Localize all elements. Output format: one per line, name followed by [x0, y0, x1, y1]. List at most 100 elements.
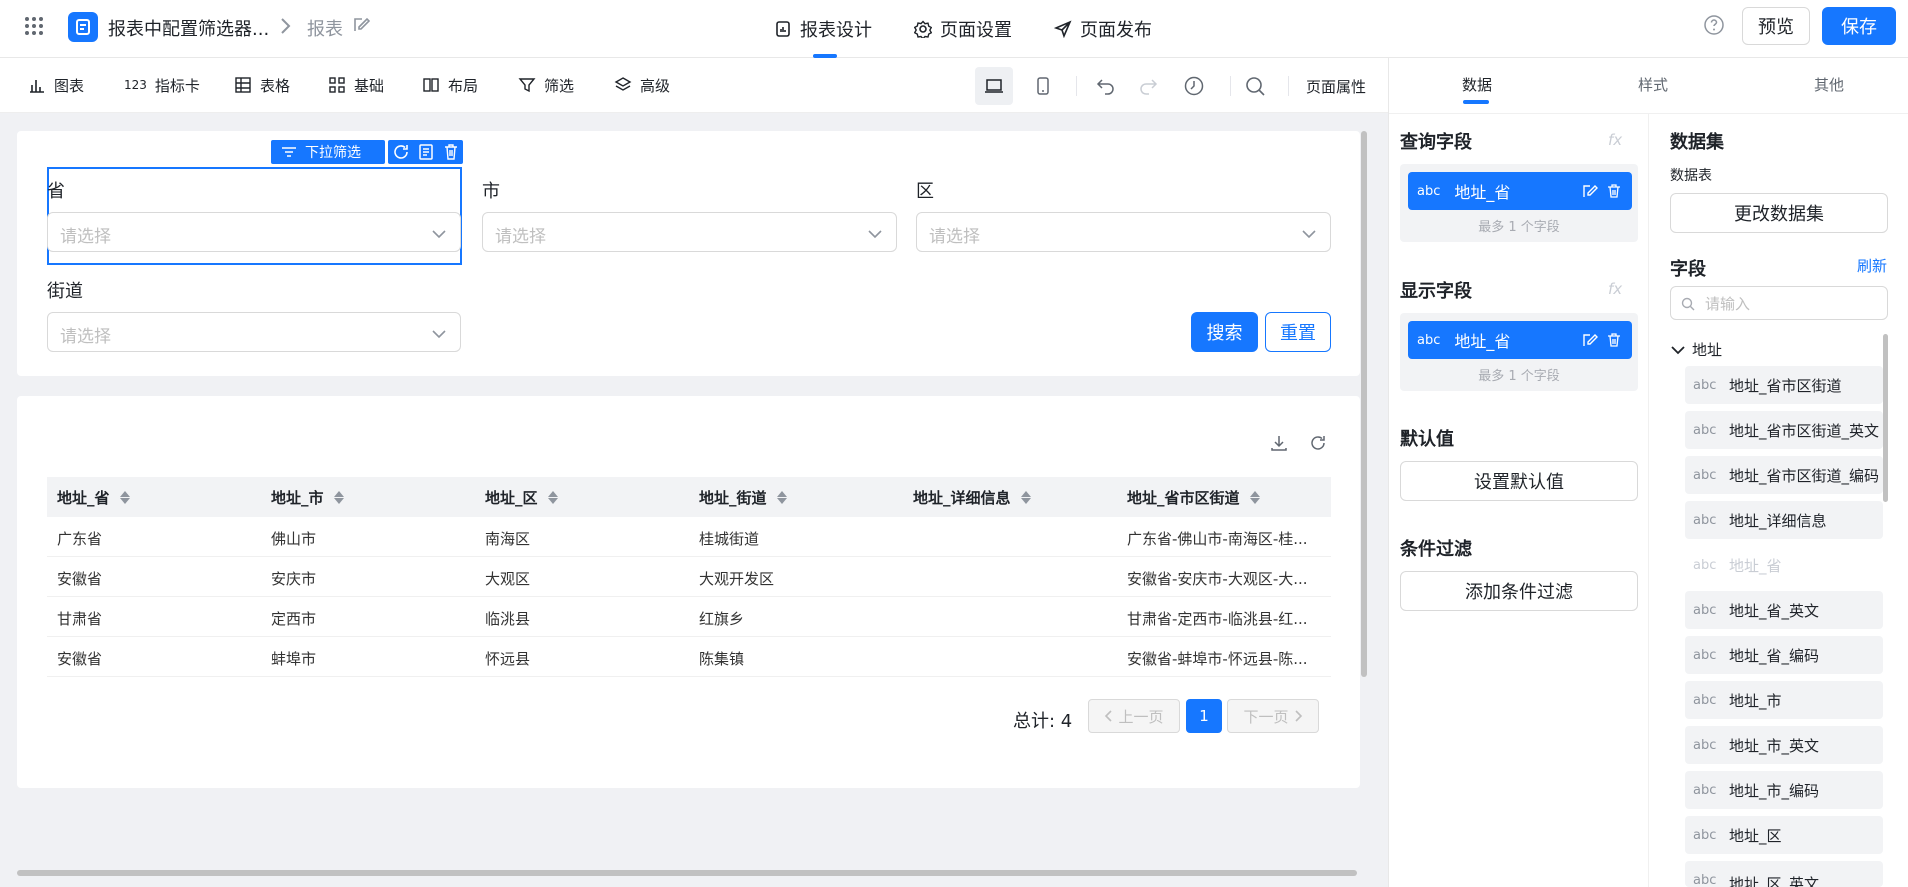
sort-icon[interactable]	[333, 490, 344, 504]
field-item-name: 地址_市_英文	[1729, 736, 1820, 755]
doc-title[interactable]: 报表中配置筛选器...	[108, 15, 269, 41]
download-icon[interactable]	[1270, 434, 1288, 452]
field-item[interactable]: abc 地址_市_英文	[1685, 726, 1883, 764]
sort-icon[interactable]	[1249, 490, 1260, 504]
filter-lines-icon	[282, 147, 296, 157]
selected-filter-tag[interactable]: 下拉筛选	[271, 140, 385, 164]
reset-button[interactable]: 重置	[1265, 312, 1331, 352]
change-dataset-button[interactable]: 更改数据集	[1670, 193, 1888, 233]
toolbar-table-label: 表格	[260, 76, 291, 95]
query-field-dropzone[interactable]: abc 地址_省 最多 1 个字段	[1400, 164, 1638, 242]
abc-type-icon: abc	[1693, 647, 1717, 663]
field-item[interactable]: abc 地址_省市区街道_编码	[1685, 456, 1883, 494]
sort-icon[interactable]	[1020, 490, 1031, 504]
redo-icon[interactable]	[1129, 67, 1167, 105]
canvas-horizontal-scrollbar[interactable]	[17, 870, 1357, 876]
fx-icon[interactable]: fx	[1608, 131, 1622, 149]
select-district[interactable]: 请选择	[916, 212, 1331, 252]
field-item[interactable]: abc 地址_区_英文	[1685, 861, 1883, 887]
edit-icon[interactable]	[1582, 183, 1598, 199]
toolbar-advanced-label: 高级	[640, 76, 671, 95]
select-district-placeholder: 请选择	[929, 227, 980, 247]
field-item[interactable]: abc 地址_省市区街道_英文	[1685, 411, 1883, 449]
copy-icon[interactable]	[417, 143, 435, 161]
table-row[interactable]: 安徽省 安庆市 大观区 大观开发区 安徽省-安庆市-大观区-大...	[47, 557, 1331, 597]
select-city[interactable]: 请选择	[482, 212, 897, 252]
save-button[interactable]: 保存	[1822, 7, 1896, 45]
toolbar-table[interactable]: 表格	[234, 74, 290, 96]
sort-icon[interactable]	[776, 490, 787, 504]
tab-report-design[interactable]: 报表设计	[774, 14, 872, 44]
sort-icon[interactable]	[119, 490, 130, 504]
abc-type-icon: abc	[1693, 602, 1717, 618]
tab-other[interactable]: 其他	[1814, 74, 1844, 95]
refresh-icon[interactable]	[392, 143, 410, 161]
search-button[interactable]: 搜索	[1191, 312, 1258, 352]
toolbar-divider	[1076, 76, 1077, 96]
trash-icon[interactable]	[1606, 332, 1622, 348]
canvas-vertical-scrollbar[interactable]	[1361, 131, 1367, 677]
search-icon[interactable]	[1236, 67, 1274, 105]
field-item[interactable]: abc 地址_省市区街道	[1685, 366, 1883, 404]
help-icon[interactable]	[1702, 13, 1726, 37]
table-row[interactable]: 甘肃省 定西市 临洮县 红旗乡 甘肃省-定西市-临洮县-红...	[47, 597, 1331, 637]
edit-icon[interactable]	[1582, 332, 1598, 348]
display-field-dropzone[interactable]: abc 地址_省 最多 1 个字段	[1400, 313, 1638, 391]
column-header[interactable]: 地址_省市区街道	[1117, 477, 1260, 517]
set-default-value-button[interactable]: 设置默认值	[1400, 461, 1638, 501]
prev-page-button[interactable]: 上一页	[1088, 699, 1180, 733]
toolbar-chart[interactable]: 图表	[28, 74, 84, 96]
desktop-view-icon[interactable]	[975, 67, 1013, 105]
display-field-chip[interactable]: abc 地址_省	[1408, 321, 1632, 359]
column-header[interactable]: 地址_街道	[689, 477, 787, 517]
undo-icon[interactable]	[1087, 67, 1125, 105]
tab-style[interactable]: 样式	[1638, 74, 1668, 95]
toolbar-basic[interactable]: 基础	[328, 74, 384, 96]
preview-button[interactable]: 预览	[1742, 7, 1810, 45]
field-item[interactable]: abc 地址_市_编码	[1685, 771, 1883, 809]
field-item[interactable]: abc 地址_详细信息	[1685, 501, 1883, 539]
app-grid-icon[interactable]	[22, 14, 46, 38]
field-item[interactable]: abc 地址_市	[1685, 681, 1883, 719]
tab-page-publish[interactable]: 页面发布	[1054, 14, 1152, 44]
column-header[interactable]: 地址_详细信息	[903, 477, 1031, 517]
column-header[interactable]: 地址_区	[475, 477, 558, 517]
toolbar-layout[interactable]: 布局	[422, 74, 478, 96]
refresh-fields-link[interactable]: 刷新	[1857, 255, 1887, 276]
next-page-button[interactable]: 下一页	[1227, 699, 1319, 733]
sort-icon[interactable]	[547, 490, 558, 504]
history-icon[interactable]	[1175, 67, 1213, 105]
edit-icon[interactable]	[352, 16, 370, 34]
toolbar-advanced[interactable]: 高级	[614, 74, 670, 96]
query-field-chip[interactable]: abc 地址_省	[1408, 172, 1632, 210]
table-row[interactable]: 安徽省 蚌埠市 怀远县 陈集镇 安徽省-蚌埠市-怀远县-陈...	[47, 637, 1331, 677]
field-item[interactable]: abc 地址_区	[1685, 816, 1883, 854]
toolbar-kpi-card[interactable]: 123 指标卡	[124, 74, 200, 96]
page-number-current[interactable]: 1	[1186, 699, 1222, 733]
column-header[interactable]: 地址_市	[261, 477, 344, 517]
toolbar-basic-label: 基础	[354, 76, 385, 95]
page-properties-button[interactable]: 页面属性	[1306, 76, 1366, 97]
delete-icon[interactable]	[442, 143, 460, 161]
mobile-view-icon[interactable]	[1024, 67, 1062, 105]
tab-data[interactable]: 数据	[1462, 74, 1492, 95]
trash-icon[interactable]	[1606, 183, 1622, 199]
table-cell: 佛山市	[271, 530, 317, 548]
field-search-input[interactable]: 请输入	[1670, 286, 1888, 320]
fx-icon[interactable]: fx	[1608, 280, 1622, 298]
table-cell: 甘肃省	[57, 610, 103, 628]
toolbar-chart-label: 图表	[54, 76, 85, 95]
tab-page-settings[interactable]: 页面设置	[914, 14, 1012, 44]
select-province[interactable]: 请选择	[47, 212, 461, 252]
field-item[interactable]: abc 地址_省_编码	[1685, 636, 1883, 674]
field-item[interactable]: abc 地址_省_英文	[1685, 591, 1883, 629]
column-header[interactable]: 地址_省	[47, 477, 130, 517]
refresh-table-icon[interactable]	[1309, 434, 1327, 452]
fields-scrollbar[interactable]	[1883, 334, 1888, 502]
toolbar-filter[interactable]: 筛选	[518, 74, 574, 96]
add-condition-filter-button[interactable]: 添加条件过滤	[1400, 571, 1638, 611]
field-group-address[interactable]: 地址	[1670, 339, 1722, 360]
breadcrumb-current[interactable]: 报表	[307, 15, 343, 41]
table-row[interactable]: 广东省 佛山市 南海区 桂城街道 广东省-佛山市-南海区-桂...	[47, 517, 1331, 557]
select-street[interactable]: 请选择	[47, 312, 461, 352]
